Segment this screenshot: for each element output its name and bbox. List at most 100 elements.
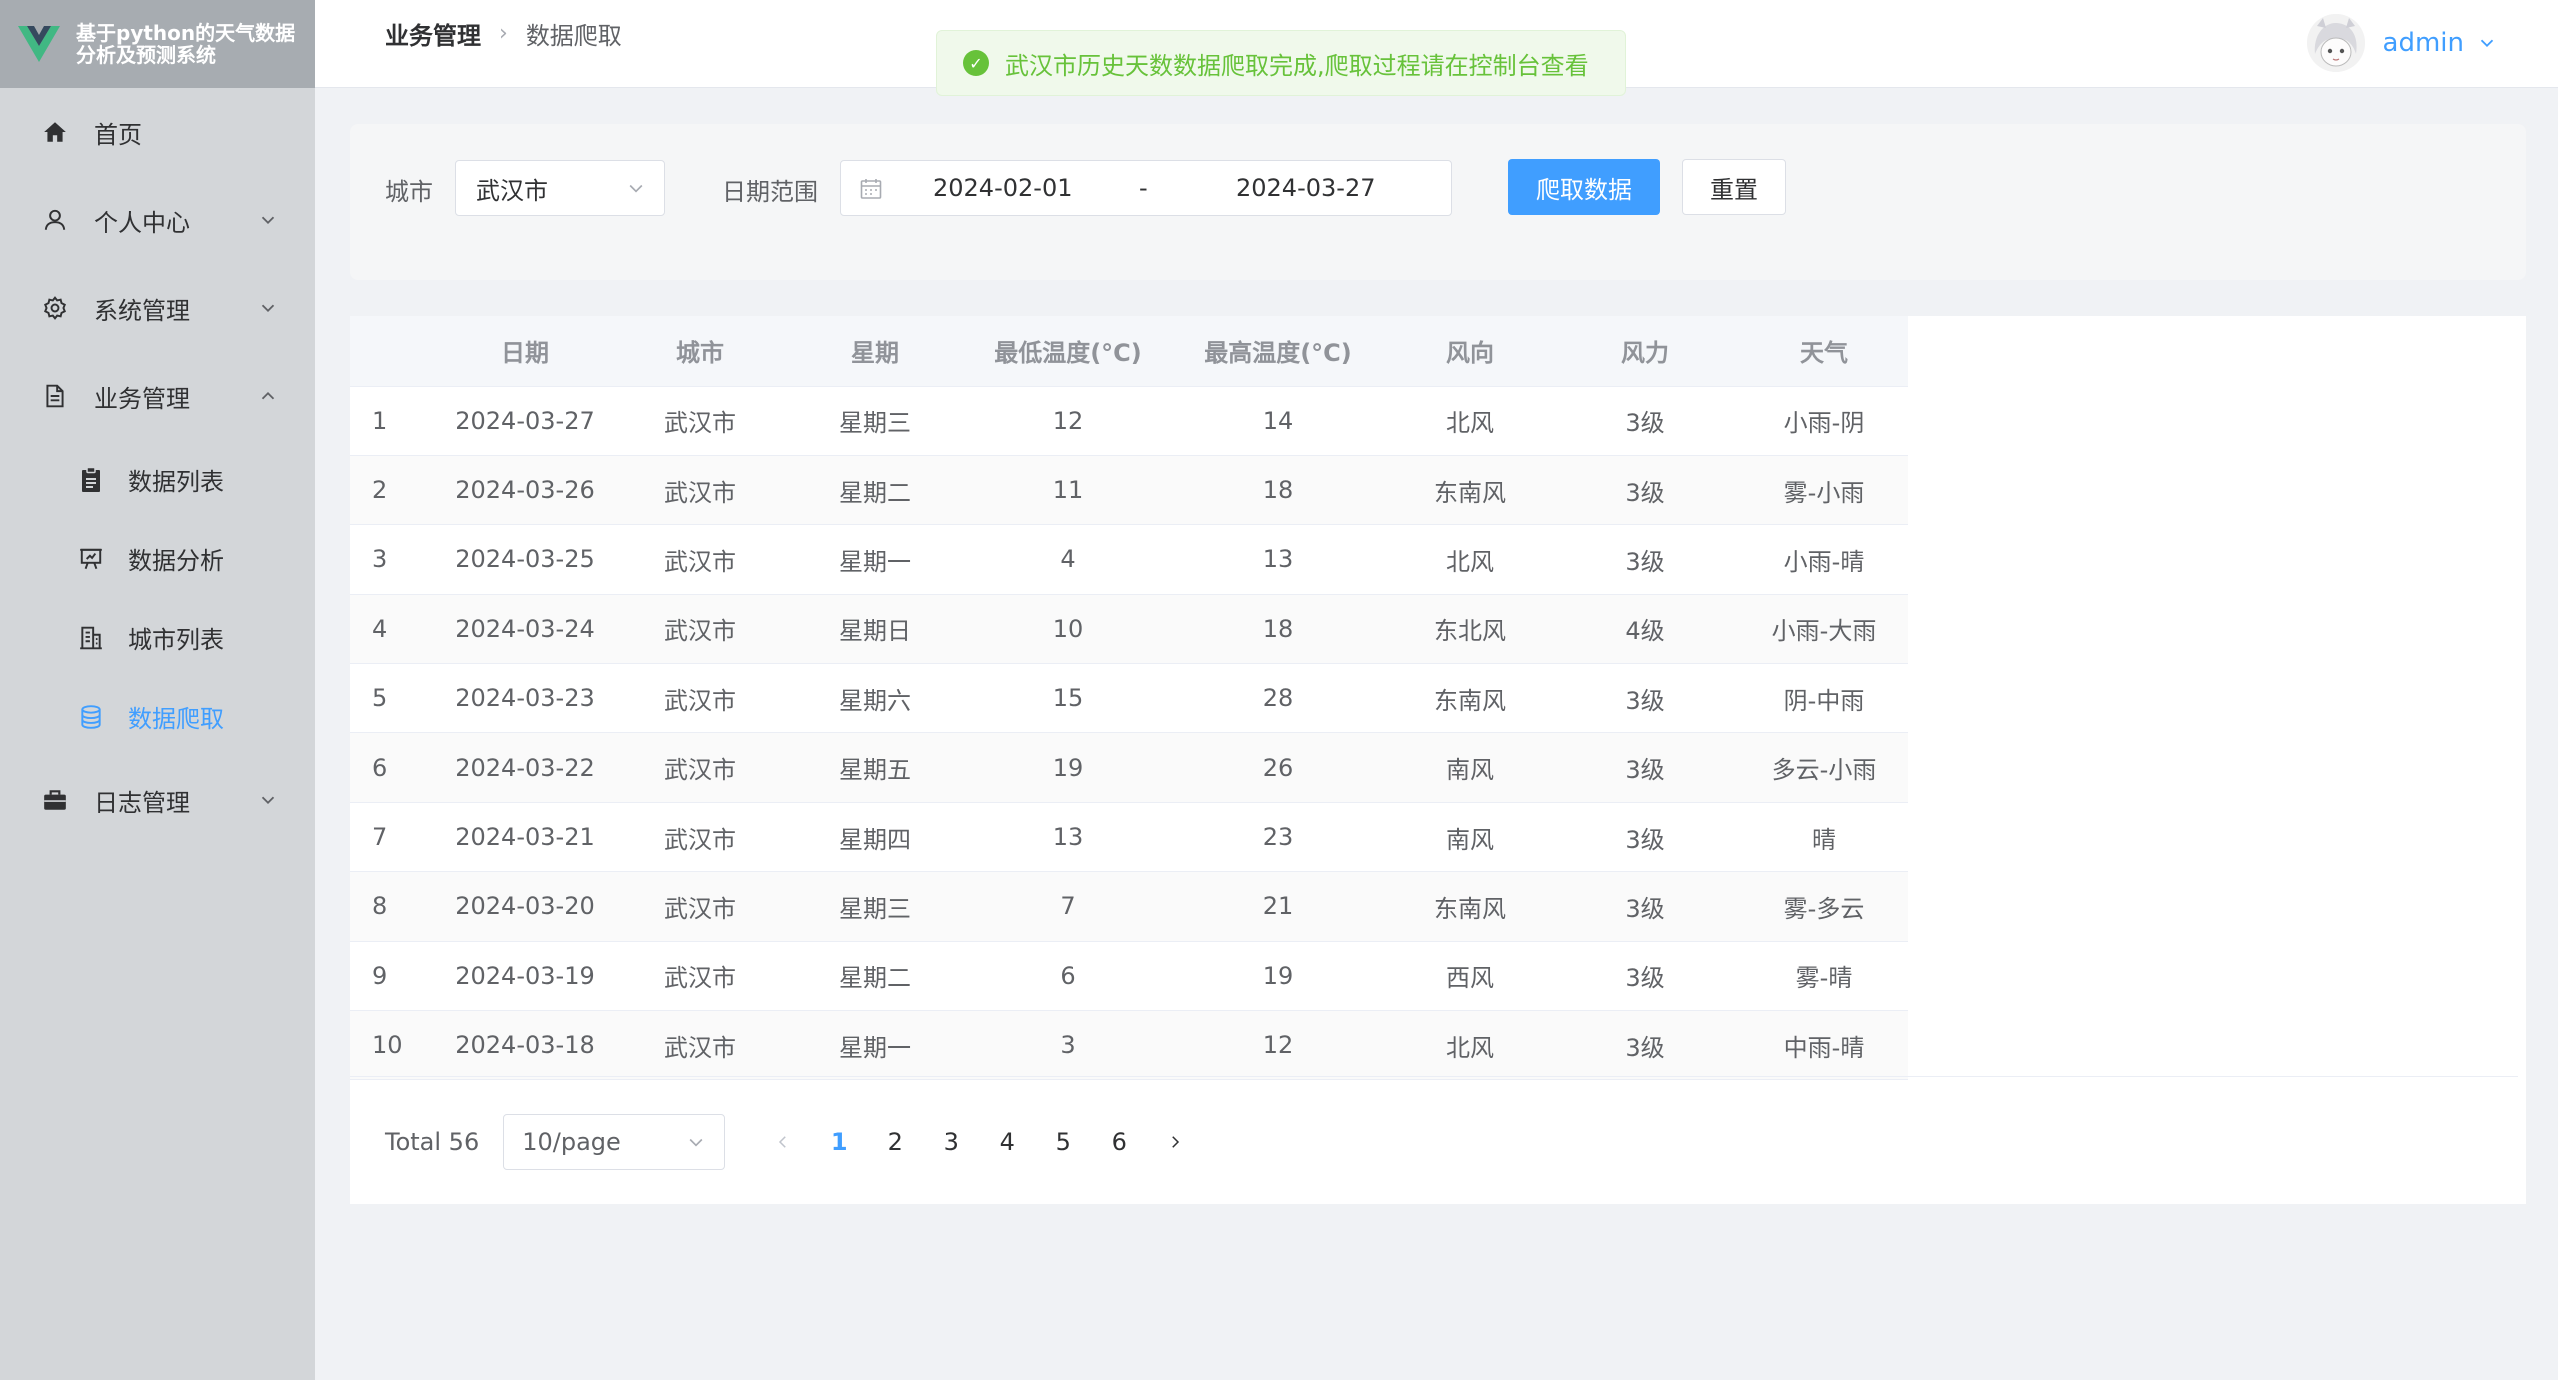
table-row[interactable]: 10 2024-03-18 武汉市 星期一 3 12 北风 3级 中雨-晴 xyxy=(350,1010,1908,1081)
table-cell: 26 xyxy=(1166,732,1390,803)
table-cell: 武汉市 xyxy=(620,1010,780,1081)
table-cell: 东南风 xyxy=(1390,871,1550,942)
table-cell: 星期三 xyxy=(780,871,970,942)
crawl-data-button[interactable]: 爬取数据 xyxy=(1508,159,1660,215)
breadcrumb-separator-icon: › xyxy=(499,21,508,46)
table-cell: 2024-03-24 xyxy=(430,594,620,665)
table-row[interactable]: 1 2024-03-27 武汉市 星期三 12 14 北风 3级 小雨-阴 xyxy=(350,386,1908,456)
table-cell: 12 xyxy=(970,386,1166,456)
prev-page-button[interactable] xyxy=(755,1114,811,1170)
table-cell: 3级 xyxy=(1550,524,1740,595)
breadcrumb-item[interactable]: 业务管理 xyxy=(385,16,481,51)
page-button-1[interactable]: 1 xyxy=(811,1114,867,1170)
table-cell: 2024-03-21 xyxy=(430,802,620,873)
page-size-select[interactable]: 10/page xyxy=(503,1114,726,1170)
sidebar-item-label: 日志管理 xyxy=(94,788,190,817)
column-header: 天气 xyxy=(1740,316,1908,387)
sidebar-item-home[interactable]: 首页 xyxy=(0,88,315,176)
table-cell: 星期五 xyxy=(780,732,970,803)
city-select-value: 武汉市 xyxy=(476,176,548,205)
table-cell: 19 xyxy=(1166,941,1390,1012)
table-row[interactable]: 6 2024-03-22 武汉市 星期五 19 26 南风 3级 多云-小雨 xyxy=(350,732,1908,803)
table-row[interactable]: 5 2024-03-23 武汉市 星期六 15 28 东南风 3级 阴-中雨 xyxy=(350,663,1908,734)
chevron-down-icon xyxy=(629,184,643,193)
next-page-button[interactable] xyxy=(1147,1114,1203,1170)
table-cell: 3级 xyxy=(1550,802,1740,873)
database-icon xyxy=(76,702,106,732)
sidebar-subitem-data-list[interactable]: 数据列表 xyxy=(0,440,315,519)
sidebar-item-profile[interactable]: 个人中心 xyxy=(0,176,315,264)
sidebar-subitem-data-crawl[interactable]: 数据爬取 xyxy=(0,677,315,756)
logo: 基于python的天气数据分析及预测系统 xyxy=(0,0,315,88)
page-button-2[interactable]: 2 xyxy=(867,1114,923,1170)
table-cell: 1 xyxy=(350,386,430,456)
table-row[interactable]: 3 2024-03-25 武汉市 星期一 4 13 北风 3级 小雨-晴 xyxy=(350,524,1908,595)
table-cell: 武汉市 xyxy=(620,594,780,665)
sidebar-subitem-label: 数据爬取 xyxy=(128,705,224,733)
table-header-row: 日期 城市 星期 最低温度(°C) 最高温度(°C) 风向 风力 天气 xyxy=(350,316,1908,387)
table-cell: 武汉市 xyxy=(620,386,780,456)
check-circle-icon: ✓ xyxy=(963,50,989,76)
chevron-down-icon xyxy=(261,304,275,313)
table-cell: 4级 xyxy=(1550,594,1740,665)
page-button-5[interactable]: 5 xyxy=(1035,1114,1091,1170)
sidebar-item-logs[interactable]: 日志管理 xyxy=(0,756,315,844)
avatar[interactable] xyxy=(2306,14,2365,72)
column-header: 星期 xyxy=(780,316,970,387)
date-range-separator: - xyxy=(1139,174,1148,202)
sidebar: 基于python的天气数据分析及预测系统 首页 个人中心 系统管理 业务管理 数… xyxy=(0,0,315,1380)
table-cell: 3级 xyxy=(1550,386,1740,456)
city-select[interactable]: 武汉市 xyxy=(455,160,665,216)
page-size-value: 10/page xyxy=(522,1128,621,1156)
table-row[interactable]: 2 2024-03-26 武汉市 星期二 11 18 东南风 3级 雾-小雨 xyxy=(350,455,1908,526)
table-cell: 雾-小雨 xyxy=(1740,455,1908,526)
table-cell: 23 xyxy=(1166,802,1390,873)
table-cell: 2 xyxy=(350,455,430,526)
table-cell: 7 xyxy=(970,871,1166,942)
pagination-total: Total 56 xyxy=(385,1128,480,1156)
table-cell: 11 xyxy=(970,455,1166,526)
sidebar-subitem-data-analysis[interactable]: 数据分析 xyxy=(0,519,315,598)
table-cell: 2024-03-19 xyxy=(430,941,620,1012)
date-end-input[interactable]: 2024-03-27 xyxy=(1236,174,1375,202)
table-cell: 雾-多云 xyxy=(1740,871,1908,942)
chevron-down-icon[interactable] xyxy=(2476,32,2498,54)
chevron-down-icon xyxy=(261,796,275,805)
table-cell: 12 xyxy=(1166,1010,1390,1081)
reset-button[interactable]: 重置 xyxy=(1682,159,1786,215)
column-header: 风向 xyxy=(1390,316,1550,387)
user-menu[interactable]: admin xyxy=(2306,14,2498,72)
table-row[interactable]: 4 2024-03-24 武汉市 星期日 10 18 东北风 4级 小雨-大雨 xyxy=(350,594,1908,665)
search-form: 城市 武汉市 日期范围 2024-02-01 - 2024-03-27 爬取数据… xyxy=(350,124,2526,280)
table-cell: 3 xyxy=(970,1010,1166,1081)
table-cell: 3级 xyxy=(1550,871,1740,942)
table-row[interactable]: 7 2024-03-21 武汉市 星期四 13 23 南风 3级晴 xyxy=(350,802,1908,873)
sidebar-item-label: 个人中心 xyxy=(94,208,190,237)
table-cell: 9 xyxy=(350,941,430,1012)
table-row[interactable]: 9 2024-03-19 武汉市 星期二 6 19 西风 3级 雾-晴 xyxy=(350,941,1908,1012)
table-cell: 5 xyxy=(350,663,430,734)
table-cell: 2024-03-18 xyxy=(430,1010,620,1081)
table-cell: 4 xyxy=(970,524,1166,595)
table-cell: 星期四 xyxy=(780,802,970,873)
sidebar-subitem-city-list[interactable]: 城市列表 xyxy=(0,598,315,677)
sidebar-item-business[interactable]: 业务管理 xyxy=(0,352,315,440)
table-cell: 15 xyxy=(970,663,1166,734)
table-cell: 13 xyxy=(970,802,1166,873)
gear-icon xyxy=(40,293,70,323)
username[interactable]: admin xyxy=(2383,28,2464,58)
table-cell: 武汉市 xyxy=(620,941,780,1012)
page-button-3[interactable]: 3 xyxy=(923,1114,979,1170)
briefcase-icon xyxy=(40,785,70,815)
table-cell: 10 xyxy=(350,1010,430,1081)
table-cell: 星期二 xyxy=(780,455,970,526)
table-cell: 雾-晴 xyxy=(1740,941,1908,1012)
success-toast: ✓ 武汉市历史天数数据爬取完成,爬取过程请在控制台查看 xyxy=(936,30,1626,96)
page-button-4[interactable]: 4 xyxy=(979,1114,1035,1170)
page-button-6[interactable]: 6 xyxy=(1091,1114,1147,1170)
date-range-picker[interactable]: 2024-02-01 - 2024-03-27 xyxy=(840,160,1452,216)
sidebar-item-system[interactable]: 系统管理 xyxy=(0,264,315,352)
date-start-input[interactable]: 2024-02-01 xyxy=(933,174,1072,202)
table-cell: 28 xyxy=(1166,663,1390,734)
table-row[interactable]: 8 2024-03-20 武汉市 星期三 7 21 东南风 3级 雾-多云 xyxy=(350,871,1908,942)
